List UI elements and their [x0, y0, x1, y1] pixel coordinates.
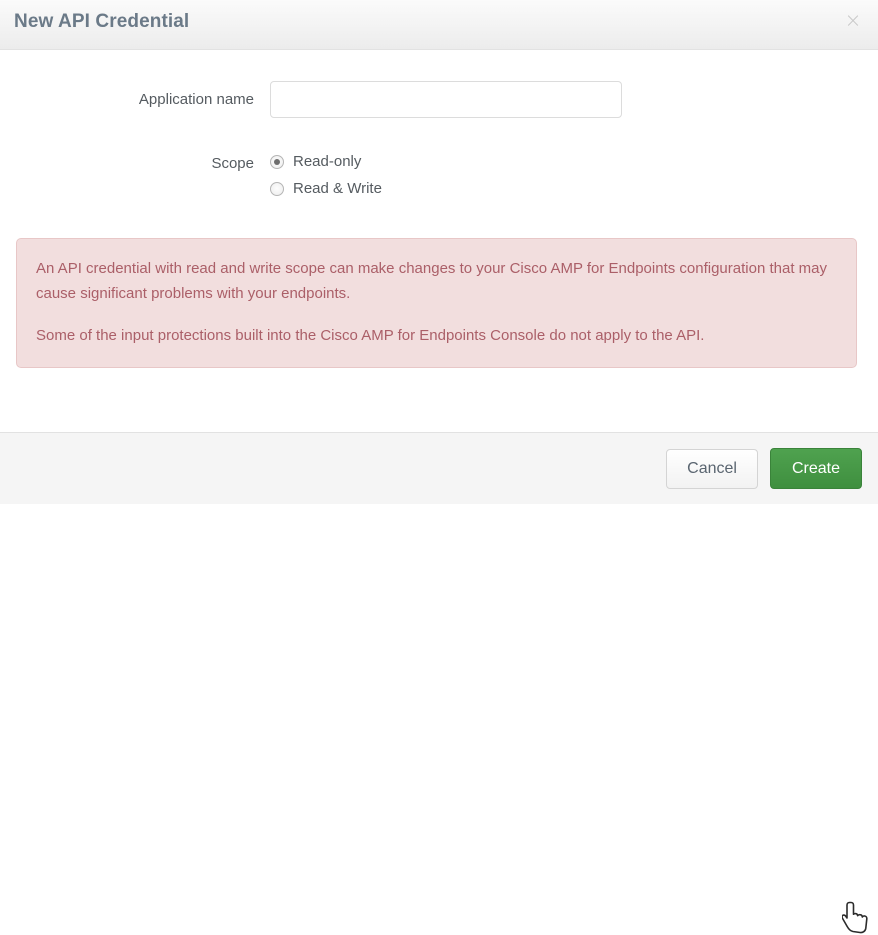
dialog-body: Application name Scope Read-only Read & … [0, 50, 878, 432]
radio-selected-icon[interactable] [270, 155, 284, 169]
application-name-row: Application name [0, 81, 878, 118]
close-icon[interactable]: × [842, 9, 864, 31]
scope-option-read-write[interactable]: Read & Write [270, 180, 382, 198]
application-name-input[interactable] [270, 81, 622, 118]
scope-label: Scope [211, 155, 254, 172]
create-button[interactable]: Create [769, 448, 862, 489]
scope-row: Scope Read-only Read & Write [0, 153, 878, 198]
warning-paragraph-2: Some of the input protections built into… [36, 327, 705, 344]
application-name-label: Application name [138, 91, 254, 108]
scope-option-read-only[interactable]: Read-only [270, 153, 382, 171]
cursor-pointer-icon [842, 901, 868, 934]
radio-unselected-icon[interactable] [270, 182, 284, 196]
scope-option-read-only-label: Read-only [293, 153, 362, 170]
scope-option-read-write-label: Read & Write [293, 180, 382, 197]
warning-paragraph-1: An API credential with read and write sc… [36, 260, 827, 302]
dialog-header: New API Credential × [0, 0, 878, 50]
cancel-button[interactable]: Cancel [666, 448, 758, 489]
new-api-credential-dialog: New API Credential × Application name Sc… [0, 0, 878, 934]
warning-panel: An API credential with read and write sc… [16, 238, 857, 368]
dialog-footer: Cancel Create [0, 432, 878, 934]
scope-radio-group: Read-only Read & Write [270, 153, 382, 198]
page-title: New API Credential [14, 11, 190, 32]
